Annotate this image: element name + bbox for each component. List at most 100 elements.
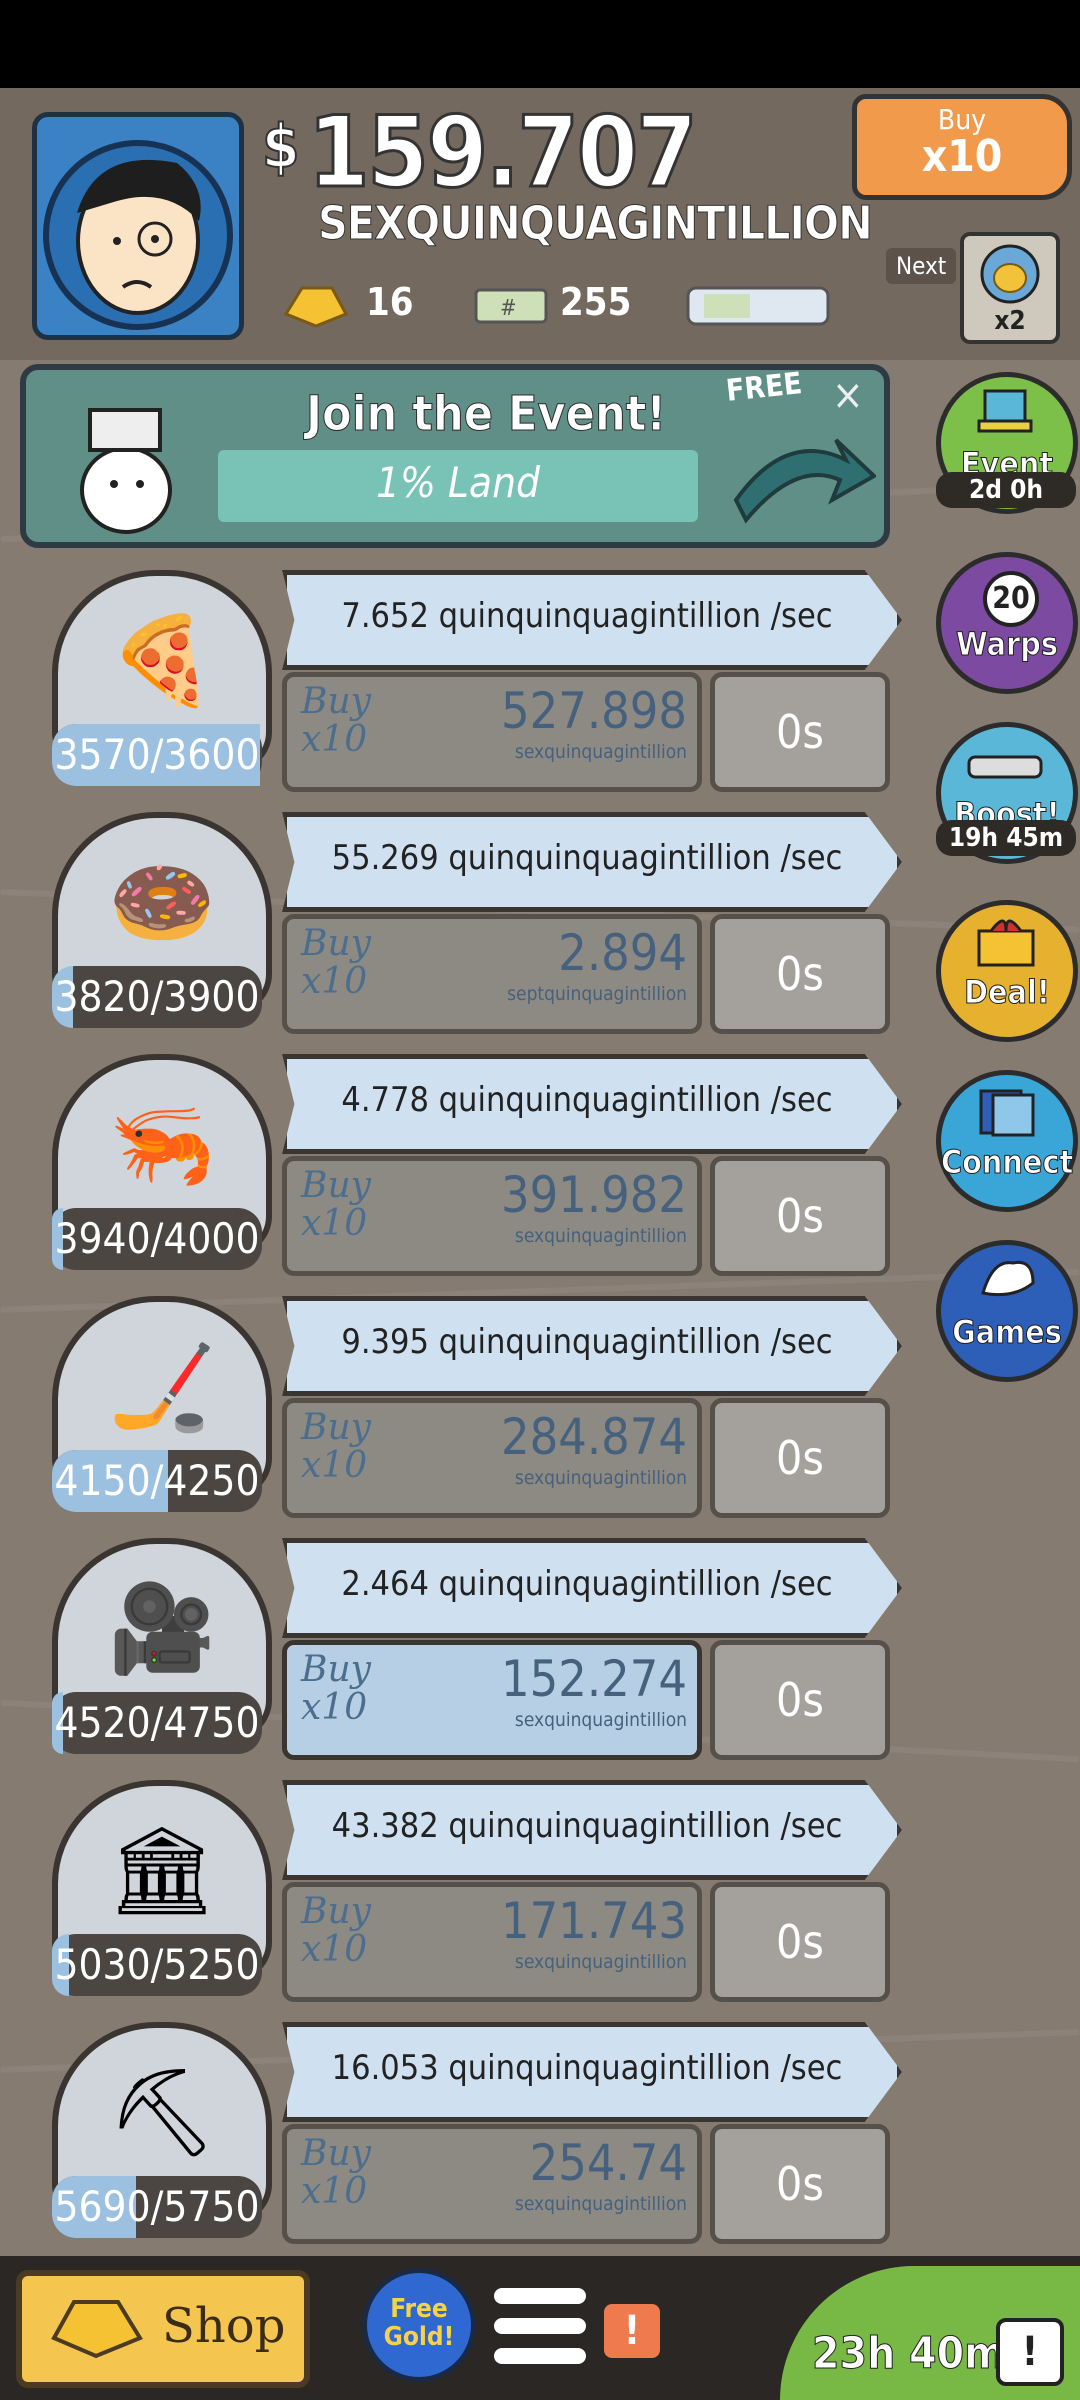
business-buy-button[interactable]: Buy x10 527.898 sexquinquagintillion <box>282 672 702 792</box>
gold-icon <box>282 284 350 332</box>
menu-button[interactable] <box>494 2288 586 2372</box>
buy-label: Buy x10 <box>301 681 371 760</box>
business-buy-button[interactable]: Buy x10 152.274 sexquinquagintillion <box>282 1640 702 1760</box>
event-banner[interactable]: Join the Event! 1% Land FREE <box>20 364 890 548</box>
business-buy-button[interactable]: Buy x10 171.743 sexquinquagintillion <box>282 1882 702 2002</box>
boost-timer: 19h 45m <box>936 820 1076 856</box>
shop-button[interactable]: Shop <box>16 2270 310 2388</box>
buy-price-unit: septquinquagintillion <box>507 983 687 1005</box>
next-multiplier: x2 <box>994 306 1026 336</box>
gold-bar-icon <box>51 2300 143 2359</box>
buy-price: 152.274 <box>501 1650 687 1708</box>
buy-price: 284.874 <box>501 1408 687 1466</box>
business-count-text: 4520/4750 <box>54 1698 260 1747</box>
car-icon <box>967 755 1043 779</box>
buy-tag-bottom: x10 <box>921 131 1003 182</box>
business-count: 3570/3600 <box>52 724 262 786</box>
menu-line-icon <box>494 2348 586 2364</box>
business-rate: 55.269 quinquinquagintillion /sec <box>331 838 843 878</box>
buy-price-unit: sexquinquagintillion <box>514 741 687 763</box>
event-timer: 2d 0h <box>936 472 1076 508</box>
svg-text:#: # <box>500 296 517 321</box>
business-count-text: 5690/5750 <box>54 2182 260 2231</box>
free-gold-button[interactable]: Free Gold! <box>362 2268 476 2382</box>
buy-price-unit: sexquinquagintillion <box>514 1225 687 1247</box>
business-count: 3940/4000 <box>52 1208 262 1270</box>
business-count-text: 3940/4000 <box>54 1214 260 1263</box>
buy-price-unit: sexquinquagintillion <box>514 1467 687 1489</box>
business-rate: 9.395 quinquinquagintillion /sec <box>341 1322 833 1362</box>
business-timer[interactable]: 0s <box>710 1156 890 1276</box>
business-count: 5690/5750 <box>52 2176 262 2238</box>
business-count-text: 5030/5250 <box>54 1940 260 1989</box>
menu-line-icon <box>494 2288 586 2304</box>
donut-icon: 🍩 <box>108 853 216 953</box>
connect-button[interactable]: Connect <box>936 1070 1078 1212</box>
games-logo-icon <box>981 1260 1035 1297</box>
event-title: Join the Event! <box>305 386 667 443</box>
next-label: Next <box>886 248 957 284</box>
buy-price-unit: sexquinquagintillion <box>514 1951 687 1973</box>
business-buy-button[interactable]: Buy x10 2.894 septquinquagintillion <box>282 914 702 1034</box>
business-count-text: 3570/3600 <box>54 730 260 779</box>
buy-price: 527.898 <box>501 682 687 740</box>
event-character-icon <box>80 408 172 534</box>
next-upgrade-button[interactable]: x2 <box>960 232 1060 344</box>
buy-price: 171.743 <box>501 1892 687 1950</box>
cash-unit: SEXQUINQUAGINTILLION <box>318 196 874 251</box>
games-button-label: Games <box>952 1313 1063 1352</box>
business-timer[interactable]: 0s <box>710 914 890 1034</box>
cash-sign: $ <box>261 111 301 183</box>
buy-price-unit: sexquinquagintillion <box>514 1709 687 1731</box>
business-count-text: 4150/4250 <box>54 1456 260 1505</box>
warps-button-label: Warps <box>956 625 1059 664</box>
deal-button[interactable]: Deal! <box>936 900 1078 1042</box>
gold-count: 16 <box>366 280 414 324</box>
warps-button[interactable]: 20 Warps <box>936 552 1078 694</box>
cash-amount: 159.707 <box>307 96 700 210</box>
business-count: 5030/5250 <box>52 1934 262 1996</box>
buy-label: Buy x10 <box>301 1165 371 1244</box>
business-timer[interactable]: 0s <box>710 2124 890 2244</box>
megabucks-icon: # <box>474 288 548 328</box>
connect-button-label: Connect <box>941 1143 1074 1182</box>
business-buy-button[interactable]: Buy x10 391.982 sexquinquagintillion <box>282 1156 702 1276</box>
event-progress-text: 1% Land <box>375 458 541 507</box>
business-timer[interactable]: 0s <box>710 1398 890 1518</box>
buy-label: Buy x10 <box>301 1407 371 1486</box>
megabucks-bill-icon <box>686 284 832 332</box>
buy-label: Buy x10 <box>301 1649 371 1728</box>
player-avatar[interactable] <box>32 112 244 340</box>
business-buy-button[interactable]: Buy x10 254.74 sexquinquagintillion <box>282 2124 702 2244</box>
event-close-button[interactable]: × <box>832 370 864 419</box>
business-rate: 7.652 quinquinquagintillion /sec <box>341 596 833 636</box>
alert-badge[interactable]: ! <box>604 2304 660 2358</box>
business-buy-button[interactable]: Buy x10 284.874 sexquinquagintillion <box>282 1398 702 1518</box>
bank-icon: 🏛 <box>107 1821 217 1921</box>
money-bag-icon <box>980 244 1040 304</box>
free-gold-label: Free Gold! <box>383 2294 455 2352</box>
business-timer[interactable]: 0s <box>710 672 890 792</box>
buy-price: 254.74 <box>529 2134 687 2192</box>
megabucks-count: 255 <box>560 280 632 324</box>
gift-icon <box>977 919 1035 967</box>
event-hat-icon <box>977 389 1033 433</box>
buy-price: 391.982 <box>501 1166 687 1224</box>
business-timer[interactable]: 0s <box>710 1640 890 1760</box>
business-timer[interactable]: 0s <box>710 1882 890 2002</box>
buy-multiplier-button[interactable]: Buy x10 <box>852 94 1072 200</box>
tv-alert-icon[interactable]: ! <box>996 2318 1064 2386</box>
deal-button-label: Deal! <box>964 973 1051 1012</box>
movie-camera-icon: 🎥 <box>108 1579 216 1679</box>
business-rate: 2.464 quinquinquagintillion /sec <box>341 1564 833 1604</box>
games-button[interactable]: Games <box>936 1240 1078 1382</box>
buy-price-unit: sexquinquagintillion <box>514 2193 687 2215</box>
cards-icon <box>979 1089 1035 1137</box>
menu-line-icon <box>494 2318 586 2334</box>
buy-label: Buy x10 <box>301 923 371 1002</box>
tv-bonus-timer: 23h 40m <box>811 2328 1006 2380</box>
buy-label: Buy x10 <box>301 1891 371 1970</box>
buy-label: Buy x10 <box>301 2133 371 2212</box>
warps-count: 20 <box>983 571 1039 627</box>
pizza-icon: 🍕 <box>108 611 216 711</box>
